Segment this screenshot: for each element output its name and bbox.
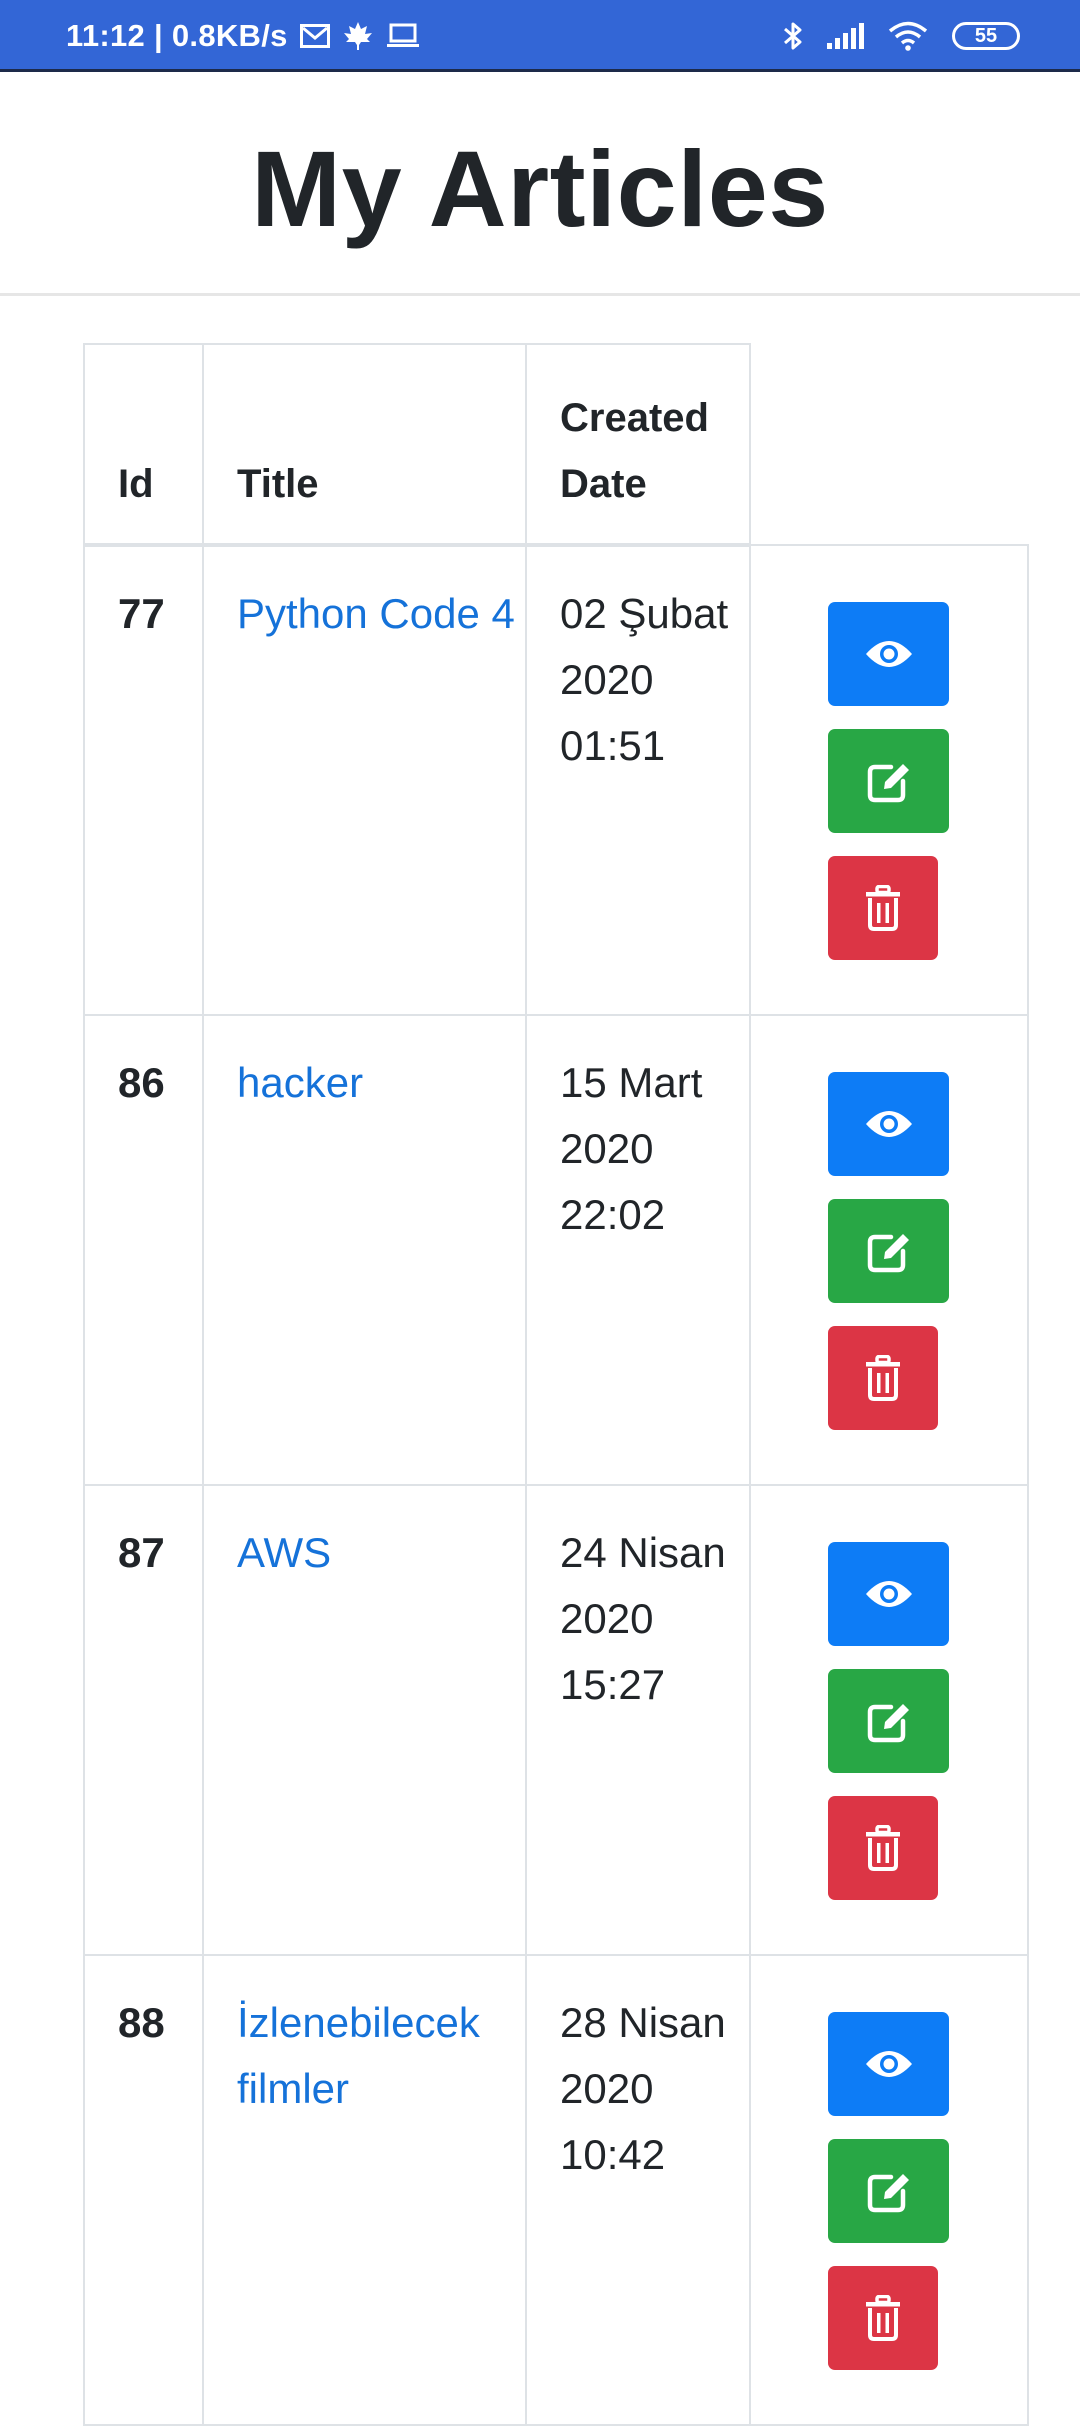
battery-icon: 55 <box>952 22 1020 50</box>
article-title-cell: hacker <box>202 1014 527 1486</box>
article-title-link[interactable]: hacker <box>237 1050 363 1116</box>
table-header: Id Title Created Date <box>83 343 1028 547</box>
laptop-icon <box>386 23 420 49</box>
trash-icon <box>866 1355 900 1401</box>
action-buttons <box>751 2012 1027 2393</box>
table-row: 87 AWS 24 Nisan 2020 15:27 <box>83 1484 1029 1956</box>
delete-button[interactable] <box>828 1796 938 1900</box>
article-id: 87 <box>83 1484 204 1956</box>
column-header-title: Title <box>202 343 527 547</box>
table-row: 86 hacker 15 Mart 2020 22:02 <box>83 1014 1029 1486</box>
article-title-link[interactable]: AWS <box>237 1520 331 1586</box>
bluetooth-icon <box>782 20 804 52</box>
action-buttons <box>751 1542 1027 1923</box>
view-button[interactable] <box>828 1542 949 1646</box>
mail-icon <box>299 24 330 48</box>
eye-icon <box>865 1581 912 1607</box>
eye-icon <box>865 1111 912 1137</box>
edit-button[interactable] <box>828 1199 949 1303</box>
eye-icon <box>865 2051 912 2077</box>
page-header: My Articles <box>0 75 1080 296</box>
maple-leaf-icon <box>342 21 374 51</box>
article-created-date: 28 Nisan 2020 10:42 <box>525 1954 751 2426</box>
edit-button[interactable] <box>828 2139 949 2243</box>
article-actions <box>749 1014 1029 1486</box>
article-actions <box>749 544 1029 1016</box>
edit-button[interactable] <box>828 1669 949 1773</box>
article-title-link[interactable]: İzlenebilecek filmler <box>237 1990 525 2122</box>
article-title-cell: İzlenebilecek filmler <box>202 1954 527 2426</box>
article-title-link[interactable]: Python Code 4 <box>237 581 515 647</box>
edit-icon <box>867 2174 909 2213</box>
wifi-icon <box>888 21 928 51</box>
edit-icon <box>867 764 909 803</box>
delete-button[interactable] <box>828 1326 938 1430</box>
article-id: 88 <box>83 1954 204 2426</box>
action-buttons <box>751 602 1027 983</box>
table-body: 77 Python Code 4 02 Şubat 2020 01:51 86 … <box>83 544 1029 2426</box>
article-title-cell: AWS <box>202 1484 527 1956</box>
trash-icon <box>866 1825 900 1871</box>
article-title-cell: Python Code 4 <box>202 544 527 1016</box>
article-created-date: 24 Nisan 2020 15:27 <box>525 1484 751 1956</box>
article-id: 77 <box>83 544 204 1016</box>
article-id: 86 <box>83 1014 204 1486</box>
trash-icon <box>866 2295 900 2341</box>
table-row: 88 İzlenebilecek filmler 28 Nisan 2020 1… <box>83 1954 1029 2426</box>
page-title: My Articles <box>251 127 829 249</box>
action-buttons <box>751 1072 1027 1453</box>
table-row: 77 Python Code 4 02 Şubat 2020 01:51 <box>83 544 1029 1016</box>
edit-icon <box>867 1234 909 1273</box>
status-bar: 11:12 | 0.8KB/s 55 <box>0 0 1080 72</box>
article-actions <box>749 1484 1029 1956</box>
column-header-actions <box>750 344 1028 546</box>
status-right: 55 <box>760 0 1020 72</box>
article-created-date: 15 Mart 2020 22:02 <box>525 1014 751 1486</box>
header-row: Id Title Created Date <box>83 343 1028 547</box>
eye-icon <box>865 641 912 667</box>
signal-icon <box>826 22 866 50</box>
article-created-date: 02 Şubat 2020 01:51 <box>525 544 751 1016</box>
delete-button[interactable] <box>828 2266 938 2370</box>
articles-table: Id Title Created Date 77 Python Code 4 0… <box>83 343 1029 2426</box>
edit-icon <box>867 1704 909 1743</box>
column-header-id: Id <box>83 343 204 547</box>
view-button[interactable] <box>828 1072 949 1176</box>
view-button[interactable] <box>828 602 949 706</box>
status-left: 11:12 | 0.8KB/s <box>66 0 420 72</box>
trash-icon <box>866 885 900 931</box>
delete-button[interactable] <box>828 856 938 960</box>
column-header-created-date: Created Date <box>525 343 751 547</box>
article-actions <box>749 1954 1029 2426</box>
status-time-speed: 11:12 | 0.8KB/s <box>66 18 288 53</box>
view-button[interactable] <box>828 2012 949 2116</box>
edit-button[interactable] <box>828 729 949 833</box>
